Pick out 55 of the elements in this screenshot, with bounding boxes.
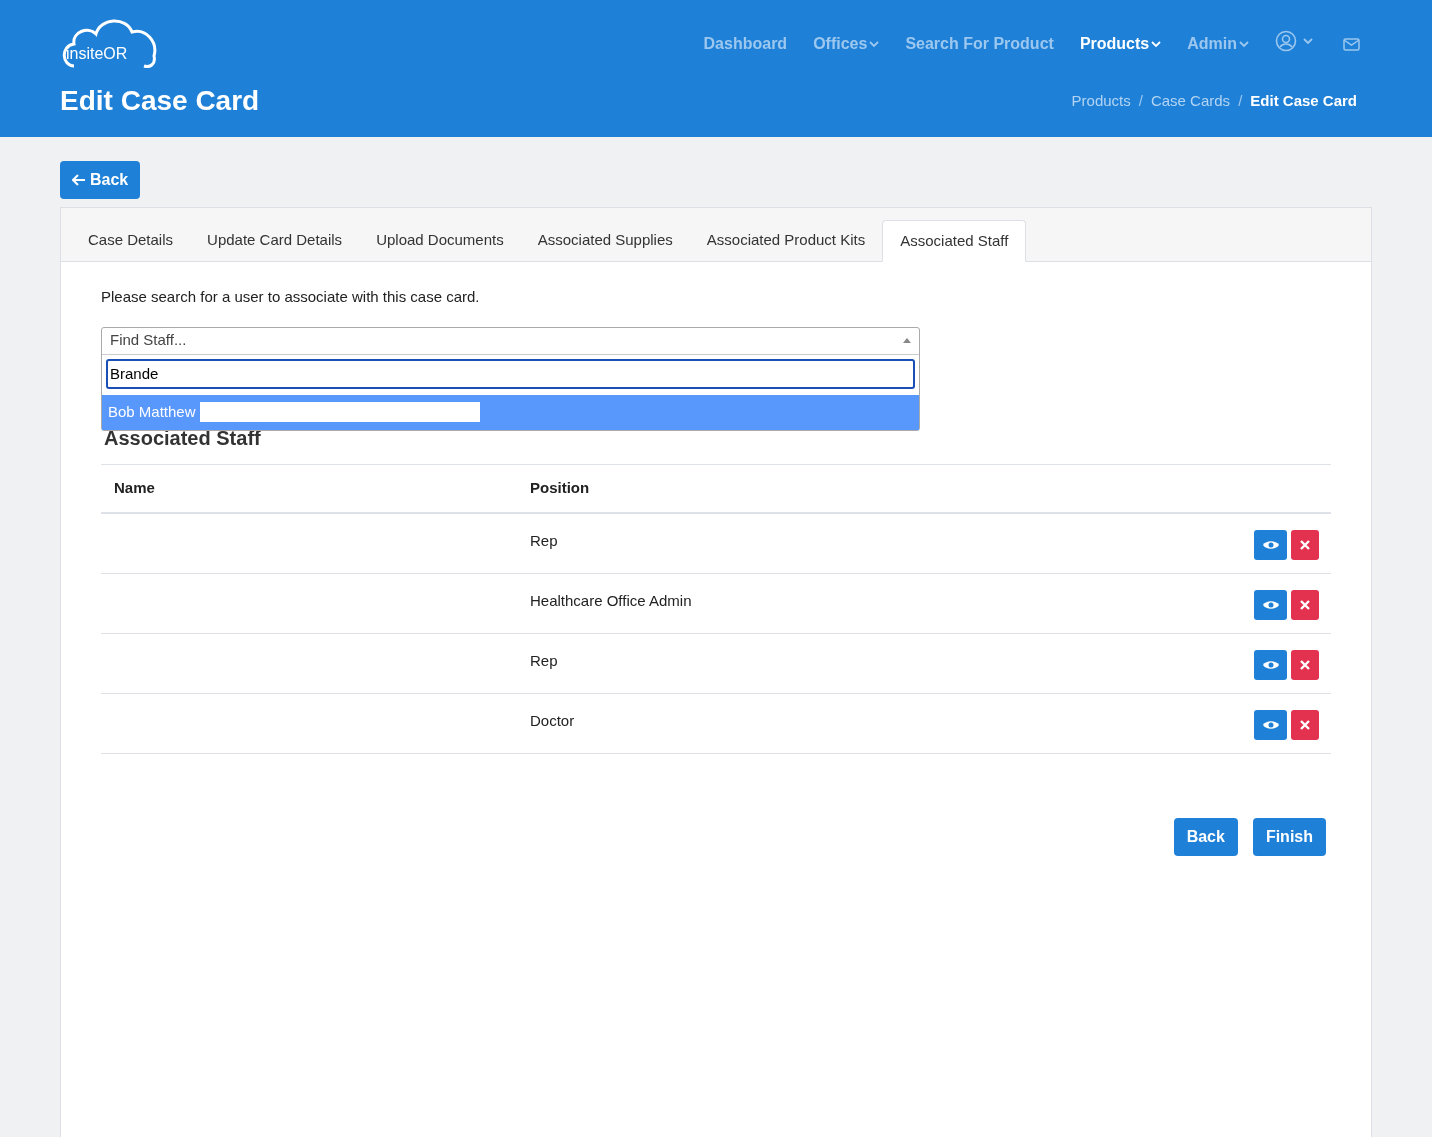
view-button[interactable] (1254, 589, 1287, 620)
close-icon (1300, 659, 1310, 670)
delete-button[interactable] (1291, 589, 1319, 620)
eye-icon (1262, 599, 1279, 610)
view-button[interactable] (1254, 530, 1287, 560)
view-button[interactable] (1254, 709, 1287, 740)
breadcrumb-link[interactable]: Case Cards (1150, 89, 1231, 113)
column-header: Name (101, 464, 518, 513)
logo[interactable]: insiteOR (60, 16, 158, 70)
table-cell: Rep (518, 633, 1082, 693)
breadcrumb-separator: / (1138, 90, 1143, 111)
chevron-down-icon (1303, 37, 1313, 45)
close-icon (1300, 540, 1310, 550)
nav-link[interactable]: Dashboard (703, 32, 788, 56)
tab[interactable]: Case Details (71, 219, 191, 261)
arrow-left-icon (72, 174, 86, 186)
footer-button[interactable]: Finish (1252, 817, 1326, 856)
footer-button[interactable]: Back (1173, 817, 1238, 856)
account-menu[interactable] (1275, 30, 1313, 52)
tab[interactable]: Associated Supplies (520, 219, 690, 261)
instruction-text: Please search for a user to associate with this case card. (101, 287, 481, 307)
table-cell: Rep (518, 513, 1082, 573)
tab[interactable]: Upload Documents (359, 219, 521, 261)
mail-icon[interactable] (1343, 37, 1360, 51)
dropdown-option[interactable]: Bob Matthew (102, 394, 919, 430)
delete-button[interactable] (1291, 530, 1319, 560)
delete-button[interactable] (1291, 649, 1319, 680)
cloud-icon (60, 16, 158, 70)
nav-link[interactable]: Search For Product (905, 32, 1054, 56)
close-icon (1300, 719, 1310, 730)
view-button[interactable] (1254, 649, 1287, 680)
select-placeholder: Find Staff... (110, 330, 187, 351)
close-icon (1300, 599, 1310, 610)
caret-icon (903, 338, 911, 343)
delete-button[interactable] (1291, 709, 1319, 740)
eye-icon (1262, 540, 1279, 550)
search-field[interactable]: Brande (106, 358, 915, 389)
eye-icon (1262, 659, 1279, 670)
tab[interactable]: Associated Product Kits (689, 219, 883, 261)
breadcrumb-link[interactable]: Edit Case Card (1250, 89, 1357, 113)
eye-icon (1262, 719, 1279, 730)
logo-text: insiteOR (66, 46, 128, 62)
page-title: Edit Case Card (60, 84, 260, 118)
column-header: Position (518, 464, 1082, 513)
nav-link[interactable]: Admin (1187, 32, 1249, 56)
tab[interactable]: Associated Staff (882, 220, 1027, 262)
table-cell: Healthcare Office Admin (518, 573, 1082, 633)
staff-select[interactable]: Find Staff... Brande Bob Matthew (101, 326, 920, 431)
nav-link[interactable]: Products (1079, 32, 1162, 56)
table-cell: Doctor (518, 693, 1082, 753)
breadcrumb-link[interactable]: Products (1071, 89, 1131, 113)
back-button[interactable]: Back (60, 161, 141, 199)
breadcrumb-separator: / (1238, 90, 1243, 111)
nav-link[interactable]: Offices (813, 32, 880, 56)
tab[interactable]: Update Card Details (190, 219, 360, 261)
